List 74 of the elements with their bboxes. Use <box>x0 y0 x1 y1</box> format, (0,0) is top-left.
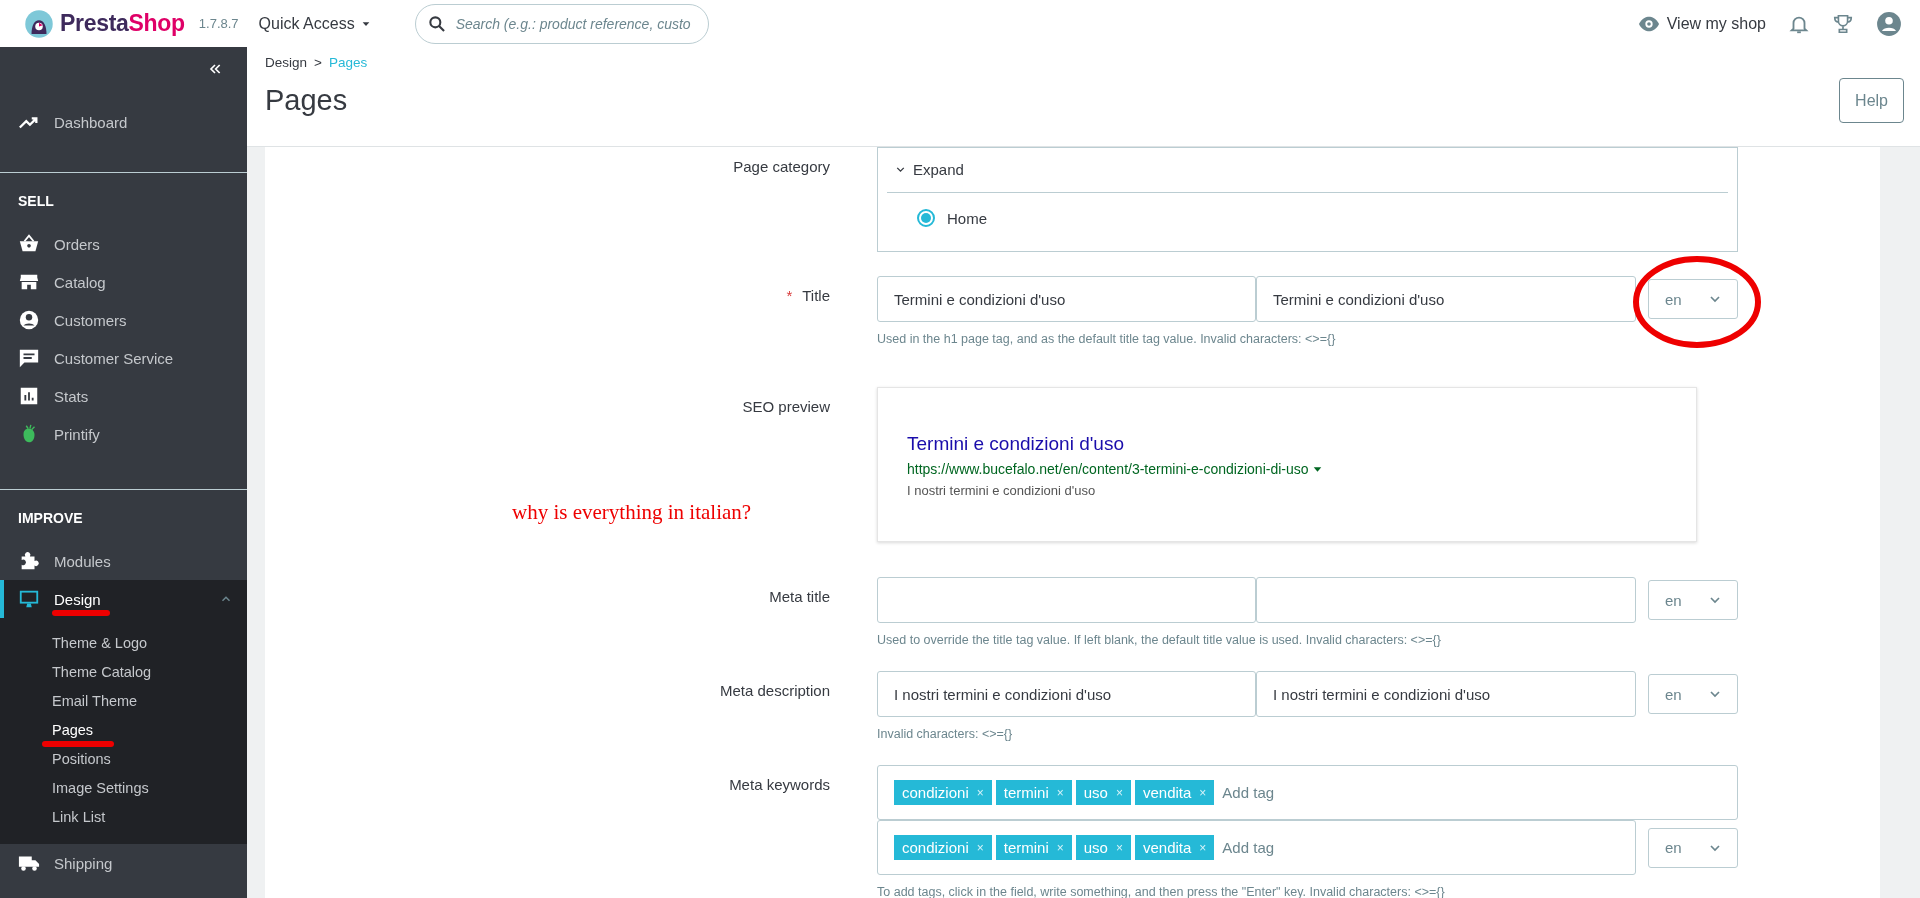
logo-icon <box>24 8 54 39</box>
version-label: 1.7.8.7 <box>198 16 239 31</box>
submenu-item[interactable]: Theme & Logo <box>0 629 247 658</box>
keyword-tag: termini × <box>995 780 1072 805</box>
field-label: Title <box>802 287 830 306</box>
sidebar-item[interactable]: Customers <box>0 301 247 339</box>
chat-icon <box>18 347 40 369</box>
annotation-underline <box>42 741 114 747</box>
sidebar-item[interactable]: Printify <box>0 415 247 453</box>
preview-title[interactable]: Termini e condizioni d'uso <box>907 433 1667 455</box>
keyword-tag: termini × <box>995 835 1072 860</box>
input-field[interactable] <box>1256 577 1636 623</box>
page-title: Pages <box>265 84 349 117</box>
help-button[interactable]: Help <box>1839 78 1904 123</box>
submenu-item[interactable]: Theme Catalog <box>0 658 247 687</box>
sidebar-item[interactable]: Design <box>0 580 247 618</box>
radio-button[interactable] <box>917 209 935 227</box>
field-label: Meta description <box>719 682 830 701</box>
user-icon <box>18 309 40 331</box>
search-field[interactable]: Search (e.g.: product reference, custo <box>414 3 709 44</box>
input-field[interactable]: I nostri termini e condizioni d'uso <box>1256 671 1636 717</box>
trophy-icon[interactable] <box>1832 12 1854 35</box>
submenu-item[interactable]: Image Settings <box>0 774 247 803</box>
input-field[interactable]: Termini e condizioni d'uso <box>877 276 1256 322</box>
submenu-item[interactable]: Positions <box>0 745 247 774</box>
submenu-item[interactable]: Email Theme <box>0 687 247 716</box>
monitor-icon <box>18 588 40 610</box>
field-label: Meta keywords <box>729 776 830 795</box>
sidebar-item[interactable]: Shipping <box>0 844 247 882</box>
submenu-item[interactable]: Pages <box>0 716 247 745</box>
view-shop-link[interactable]: View my shop <box>1637 12 1766 35</box>
language-select[interactable]: en <box>1648 580 1738 620</box>
user-account-icon[interactable] <box>1876 10 1902 37</box>
help-text: Invalid characters: <>={} <box>877 727 1014 741</box>
input-field[interactable]: Termini e condizioni d'uso <box>1256 276 1636 322</box>
sidebar-item[interactable]: Customer Service <box>0 339 247 377</box>
preview-url: https://www.bucefalo.net/en/content/3-termini-e-condizioni-di-uso <box>907 461 1309 477</box>
section-heading: IMPROVE <box>17 509 84 528</box>
chart-icon <box>18 385 40 407</box>
keyword-tag: uso × <box>1075 780 1131 805</box>
keyword-tag: uso × <box>1075 835 1131 860</box>
sidebar-item[interactable]: Orders <box>0 225 247 263</box>
expand-link[interactable]: Expand <box>887 148 1728 193</box>
sidebar-item[interactable]: Dashboard <box>0 103 247 141</box>
caret-icon <box>1312 464 1322 474</box>
field-label: Page category <box>733 158 830 177</box>
logo-text: PrestaShop <box>60 10 185 37</box>
breadcrumb-link[interactable]: Design <box>265 55 308 70</box>
preview-description: I nostri termini e condizioni d'uso <box>907 483 1097 498</box>
annotation-underline <box>52 609 110 616</box>
sidebar-item[interactable]: Catalog <box>0 263 247 301</box>
input-field[interactable]: I nostri termini e condizioni d'uso <box>877 671 1256 717</box>
section-heading: SELL <box>17 192 55 211</box>
submenu-item[interactable]: Link List <box>0 803 247 832</box>
required-mark: * <box>786 287 793 306</box>
option-label: Home <box>947 209 987 227</box>
language-select[interactable]: en <box>1648 279 1738 319</box>
search-icon <box>426 13 447 34</box>
input-field[interactable] <box>877 577 1256 623</box>
quick-access-menu[interactable]: Quick Access <box>258 14 371 33</box>
keyword-tag: vendita × <box>1134 780 1215 805</box>
help-text: To add tags, click in the field, write something, and then press the "Enter" key. Invalid characters: <>={} <box>877 885 1446 898</box>
language-select[interactable]: en <box>1648 674 1738 714</box>
keyword-tag: condizioni × <box>894 835 992 860</box>
help-text: Used in the h1 page tag, and as the default title tag value. Invalid characters: <>={} <box>877 332 1337 346</box>
sidebar-item[interactable]: Modules <box>0 542 247 580</box>
language-select[interactable]: en <box>1648 827 1738 868</box>
field-label: Meta title <box>769 588 830 607</box>
help-text: Used to override the title tag value. If left blank, the default title value is used. Invalid characters: <>={} <box>877 633 1442 647</box>
breadcrumb-separator: > <box>314 55 322 70</box>
keyword-tag: condizioni × <box>894 780 992 805</box>
sidebar-item[interactable]: Stats <box>0 377 247 415</box>
keyword-tag: vendita × <box>1134 835 1215 860</box>
annotation-text: why is everything in italian? <box>512 500 752 525</box>
